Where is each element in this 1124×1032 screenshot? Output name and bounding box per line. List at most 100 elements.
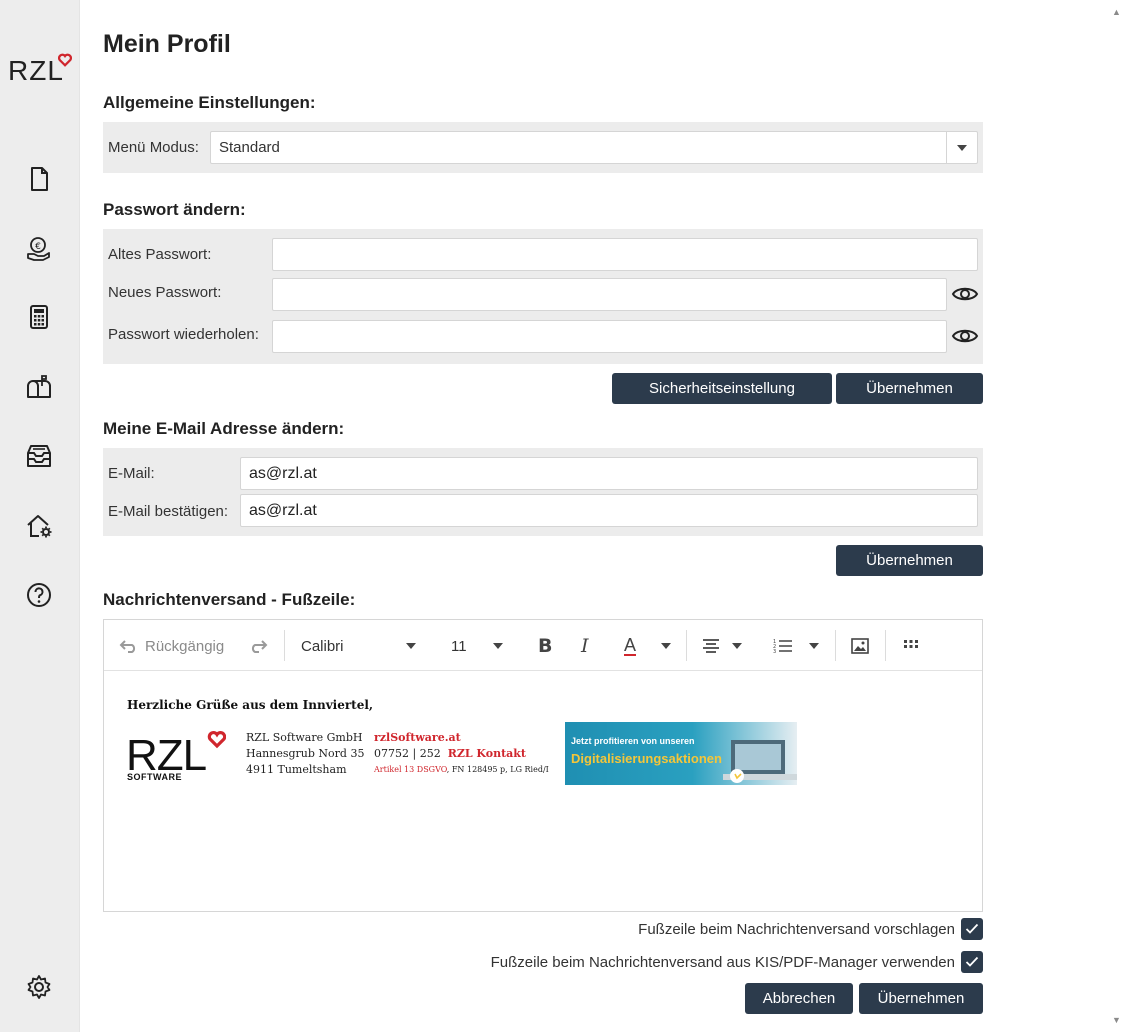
phone-number: 07752 | 252 — [374, 747, 441, 760]
banner-line2: Digitalisierungsaktionen — [571, 751, 722, 766]
align-button[interactable] — [702, 635, 742, 657]
insert-image-icon[interactable] — [851, 635, 869, 657]
email-confirm-label: E-Mail bestätigen: — [108, 503, 229, 520]
contact-link[interactable]: RZL Kontakt — [448, 747, 526, 760]
old-password-input[interactable] — [272, 238, 978, 271]
numbered-list-icon: 123 — [773, 639, 792, 654]
sidebar: RZL € — [0, 0, 80, 1032]
help-icon[interactable] — [24, 580, 54, 610]
logo-text: RZL — [8, 55, 64, 86]
redo-icon — [251, 640, 268, 653]
company-name: RZL Software GmbH — [246, 731, 363, 744]
mailbox-icon[interactable] — [24, 372, 54, 402]
page-title: Mein Profil — [103, 30, 231, 58]
document-icon[interactable] — [24, 164, 54, 194]
company-address: RZL Software GmbH Hannesgrub Nord 35 491… — [246, 730, 364, 778]
chevron-down-icon — [732, 643, 742, 649]
password-panel: Altes Passwort: Neues Passwort: Passwort… — [103, 229, 983, 364]
checkmark-icon — [965, 923, 979, 934]
align-center-icon — [703, 639, 719, 653]
bold-icon[interactable]: B — [538, 635, 552, 657]
email-apply-button[interactable]: Übernehmen — [836, 545, 983, 576]
heart-icon — [58, 53, 72, 67]
gdpr-link[interactable]: Artikel 13 DSGVO — [374, 765, 447, 774]
new-password-input[interactable] — [272, 278, 947, 311]
kis-footer-label: Fußzeile beim Nachrichtenversand aus KIS… — [490, 953, 955, 971]
chevron-down-icon — [661, 643, 671, 649]
password-apply-button[interactable]: Übernehmen — [836, 373, 983, 404]
kis-footer-checkbox[interactable] — [961, 951, 983, 973]
old-password-label: Altes Passwort: — [108, 246, 212, 263]
menu-mode-label: Menü Modus: — [108, 139, 199, 156]
laptop-hand-icon — [723, 740, 797, 783]
general-settings-title: Allgemeine Einstellungen: — [103, 93, 316, 112]
more-options-icon[interactable] — [903, 635, 919, 657]
banner-line1: Jetzt profitieren von unseren — [571, 736, 695, 746]
cancel-button[interactable]: Abbrechen — [745, 983, 853, 1014]
email-label: E-Mail: — [108, 465, 155, 482]
website-link[interactable]: rzlSoftware.at — [374, 730, 549, 746]
list-button[interactable]: 123 — [773, 635, 819, 657]
inbox-tray-icon[interactable] — [24, 441, 54, 471]
checkmark-icon — [965, 956, 979, 967]
repeat-password-input[interactable] — [272, 320, 947, 353]
email-section-title: Meine E-Mail Adresse ändern: — [103, 419, 345, 438]
new-password-label: Neues Passwort: — [108, 284, 222, 301]
footer-editor[interactable]: Rückgängig Calibri 11 B I A 1 2 3 Herzli… — [103, 619, 983, 912]
company-contact: rzlSoftware.at 07752 | 252 RZL Kontakt A… — [374, 730, 549, 778]
company-city: 4911 Tumeltsham — [246, 763, 347, 776]
rzl-logo[interactable]: RZL — [8, 53, 72, 87]
scroll-up-icon[interactable]: ▲ — [1112, 8, 1121, 17]
calculator-icon[interactable] — [24, 302, 54, 332]
kis-footer-row[interactable]: Fußzeile beim Nachrichtenversand aus KIS… — [491, 951, 983, 973]
footer-section-title: Nachrichtenversand - Fußzeile: — [103, 590, 356, 609]
italic-icon[interactable]: I — [581, 635, 589, 657]
logo-subtitle: SOFTWARE — [127, 772, 182, 782]
show-password-eye-icon[interactable] — [951, 284, 979, 304]
svg-text:€: € — [35, 242, 41, 252]
undo-button[interactable]: Rückgängig — [119, 635, 224, 657]
rzl-software-logo: RZL SOFTWARE — [126, 726, 227, 786]
home-settings-icon[interactable] — [24, 511, 54, 541]
signature-greeting: Herzliche Grüße aus dem Innviertel, — [127, 698, 374, 712]
menu-mode-select[interactable]: Standard — [210, 131, 978, 164]
security-settings-button[interactable]: Sicherheitseinstellung — [612, 373, 832, 404]
toolbar-divider — [284, 630, 285, 661]
password-section-title: Passwort ändern: — [103, 200, 246, 219]
font-family-value: Calibri — [301, 637, 344, 655]
redo-button[interactable] — [248, 635, 268, 657]
promo-banner[interactable]: Jetzt profitieren von unseren Digitalisi… — [565, 722, 797, 785]
editor-toolbar: Rückgängig Calibri 11 B I A 1 2 3 — [104, 620, 982, 671]
legal-info: , FN 128495 p, LG Ried/I — [446, 765, 549, 774]
general-settings-panel: Menü Modus: Standard — [103, 122, 983, 173]
toolbar-divider — [885, 630, 886, 661]
font-family-select[interactable]: Calibri — [301, 635, 416, 657]
undo-icon — [119, 640, 136, 653]
footer-apply-button[interactable]: Übernehmen — [859, 983, 983, 1014]
scrollbar[interactable]: ▲ ▼ — [1108, 0, 1124, 1032]
show-repeat-password-eye-icon[interactable] — [951, 326, 979, 346]
email-input[interactable]: as@rzl.at — [240, 457, 978, 490]
chevron-down-icon — [493, 643, 503, 649]
font-size-select[interactable]: 11 — [451, 635, 503, 657]
chevron-down-icon — [809, 643, 819, 649]
undo-label: Rückgängig — [145, 637, 225, 655]
font-size-value: 11 — [451, 637, 467, 655]
menu-mode-value: Standard — [219, 139, 280, 156]
email-panel: E-Mail: as@rzl.at E-Mail bestätigen: as@… — [103, 448, 983, 536]
toolbar-divider — [835, 630, 836, 661]
company-street: Hannesgrub Nord 35 — [246, 747, 365, 760]
chevron-down-icon[interactable] — [946, 132, 977, 163]
gear-icon[interactable] — [24, 972, 54, 1002]
font-color-icon: A — [624, 634, 637, 656]
svg-text:3: 3 — [773, 649, 776, 654]
euro-hand-icon[interactable]: € — [24, 234, 54, 264]
email-confirm-input[interactable]: as@rzl.at — [240, 494, 978, 527]
suggest-footer-label: Fußzeile beim Nachrichtenversand vorschl… — [638, 920, 955, 938]
scroll-down-icon[interactable]: ▼ — [1112, 1016, 1121, 1025]
font-color-button[interactable]: A — [624, 635, 671, 657]
toolbar-divider — [686, 630, 687, 661]
suggest-footer-row[interactable]: Fußzeile beim Nachrichtenversand vorschl… — [638, 918, 983, 940]
suggest-footer-checkbox[interactable] — [961, 918, 983, 940]
chevron-down-icon — [406, 643, 416, 649]
